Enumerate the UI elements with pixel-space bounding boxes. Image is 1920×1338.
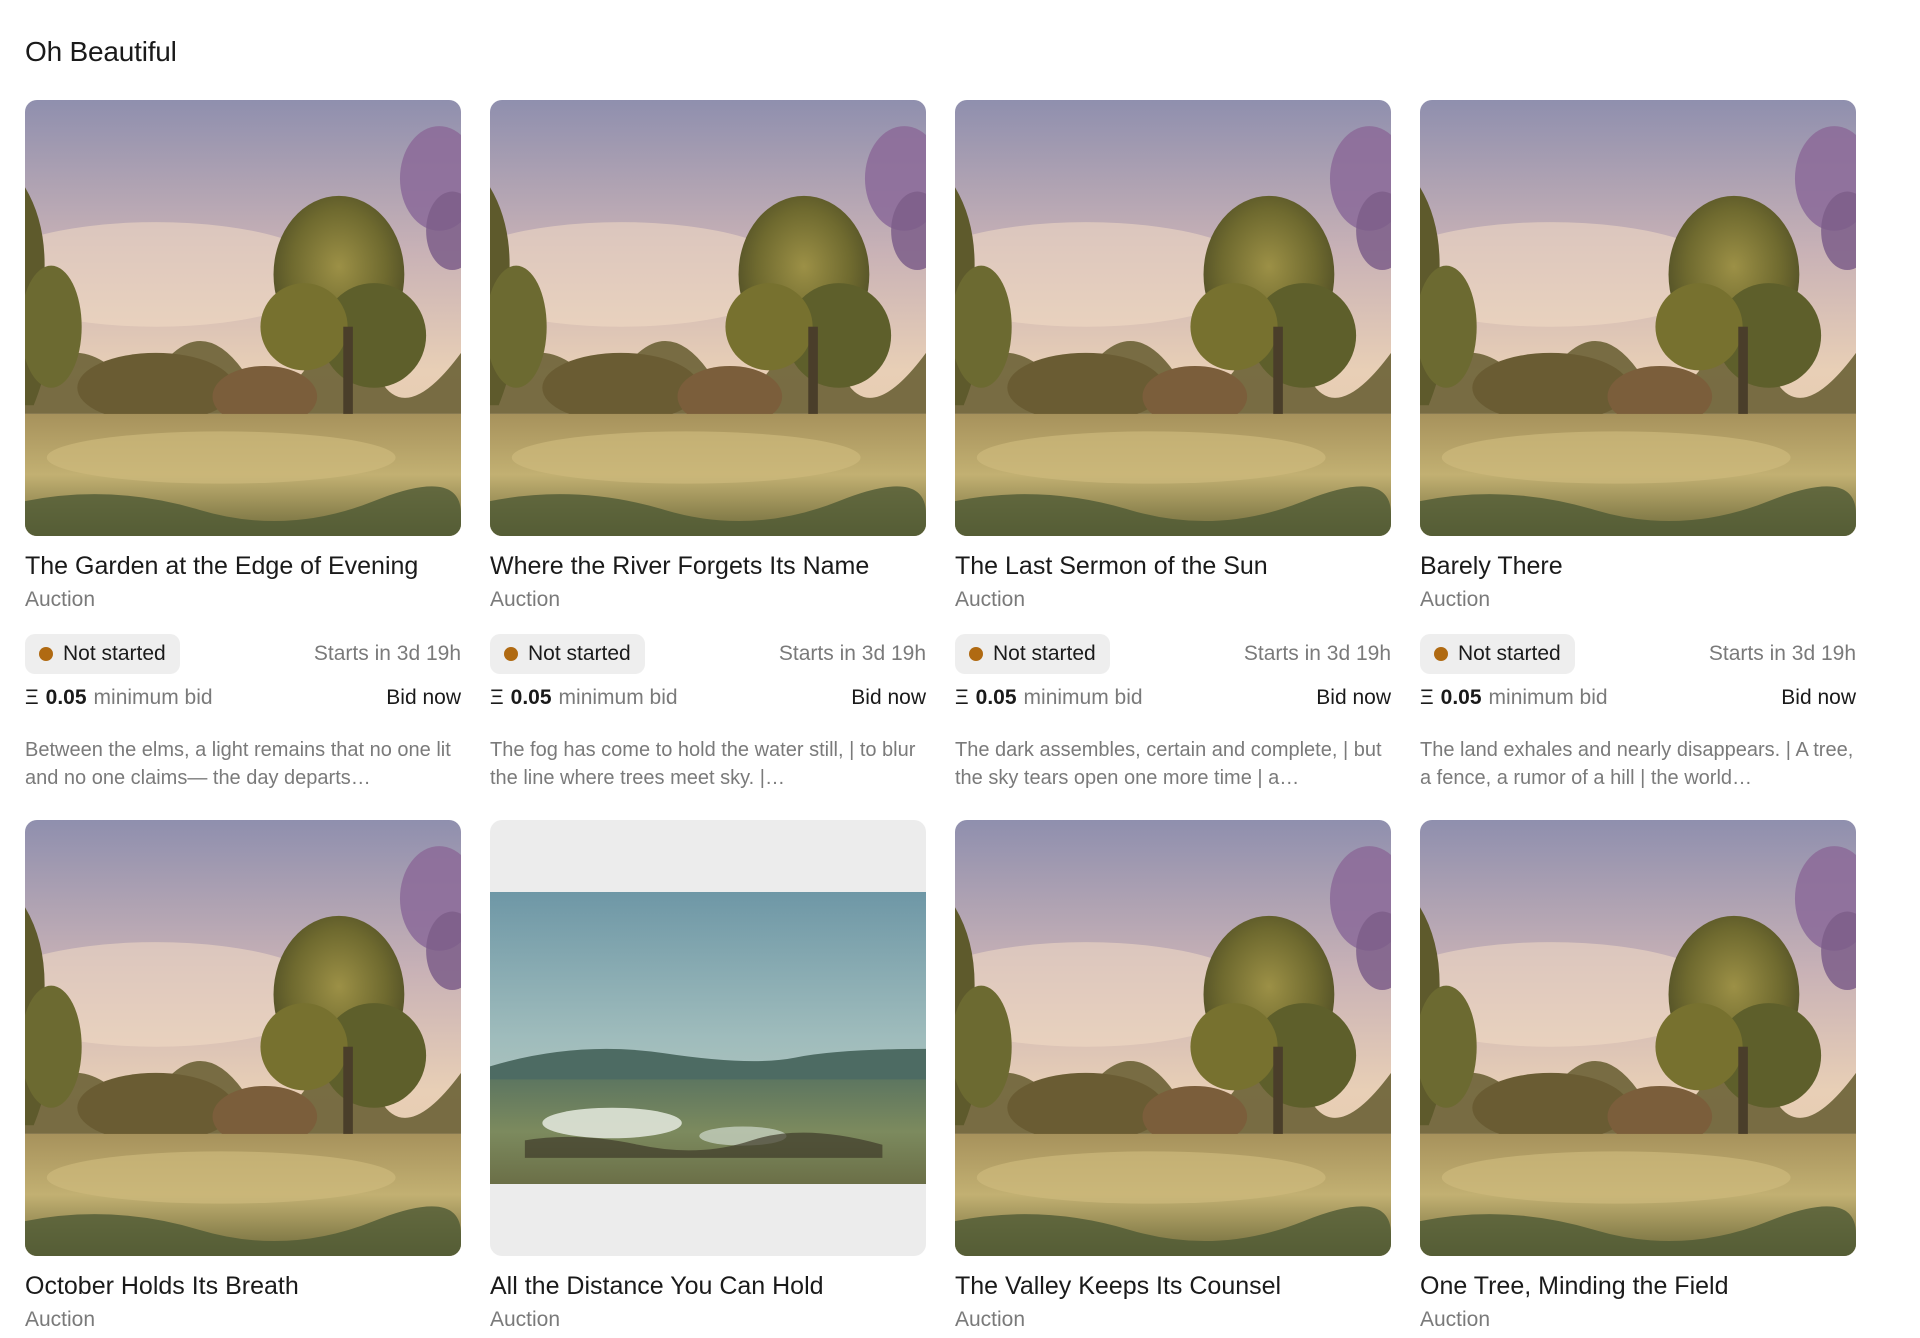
starts-in-countdown: Starts in 3d 19h (313, 642, 461, 665)
artwork-title[interactable]: The Last Sermon of the Sun (955, 550, 1391, 582)
artwork-card[interactable]: All the Distance You Can Hold Auction (490, 820, 926, 1338)
status-badge: Not started (25, 634, 180, 674)
artwork-card[interactable]: October Holds Its Breath Auction (25, 820, 461, 1338)
min-bid-caption: minimum bid (1023, 686, 1143, 709)
status-dot-icon (504, 647, 518, 661)
artwork-image[interactable] (490, 820, 926, 1256)
minimum-bid: Ξ 0.05 minimum bid (490, 686, 678, 710)
artwork-image[interactable] (25, 100, 461, 536)
artwork-image[interactable] (490, 100, 926, 536)
bid-row: Ξ 0.05 minimum bid Bid now (25, 684, 461, 712)
status-label: Not started (993, 642, 1096, 665)
min-bid-amount: 0.05 (975, 686, 1017, 709)
artwork-title[interactable]: The Garden at the Edge of Evening (25, 550, 461, 582)
min-bid-caption: minimum bid (558, 686, 678, 709)
minimum-bid: Ξ 0.05 minimum bid (25, 686, 213, 710)
artwork-title[interactable]: Barely There (1420, 550, 1856, 582)
artwork-description: The land exhales and nearly disappears. … (1420, 739, 1854, 789)
artwork-image[interactable] (1420, 820, 1856, 1256)
sale-type: Auction (955, 1308, 1026, 1331)
artwork-title[interactable]: Where the River Forgets Its Name (490, 550, 926, 582)
status-row: Not started Starts in 3d 19h (955, 634, 1391, 674)
bid-row: Ξ 0.05 minimum bid Bid now (1420, 684, 1856, 712)
min-bid-caption: minimum bid (93, 686, 213, 709)
artwork-image[interactable] (955, 820, 1391, 1256)
min-bid-caption: minimum bid (1488, 686, 1608, 709)
artwork-card[interactable]: Where the River Forgets Its Name Auction… (490, 100, 926, 820)
starts-in-countdown: Starts in 3d 19h (778, 642, 926, 665)
status-label: Not started (63, 642, 166, 665)
sale-type: Auction (1420, 588, 1491, 611)
artwork-image[interactable] (25, 820, 461, 1256)
bid-row: Ξ 0.05 minimum bid Bid now (955, 684, 1391, 712)
artwork-title[interactable]: The Valley Keeps Its Counsel (955, 1270, 1391, 1302)
ethereum-icon: Ξ (25, 686, 39, 709)
starts-in-countdown: Starts in 3d 19h (1708, 642, 1856, 665)
status-badge: Not started (490, 634, 645, 674)
artwork-description: The fog has come to hold the water still… (490, 739, 916, 789)
status-label: Not started (528, 642, 631, 665)
bid-now-button[interactable]: Bid now (1316, 686, 1391, 710)
artwork-image[interactable] (955, 100, 1391, 536)
minimum-bid: Ξ 0.05 minimum bid (955, 686, 1143, 710)
bid-now-button[interactable]: Bid now (386, 686, 461, 710)
page: Oh Beautiful The Garden at the Edge of E… (0, 0, 1920, 1338)
artwork-description: Between the elms, a light remains that n… (25, 739, 451, 789)
artwork-title[interactable]: One Tree, Minding the Field (1420, 1270, 1856, 1302)
sale-type: Auction (25, 588, 96, 611)
status-dot-icon (1434, 647, 1448, 661)
min-bid-amount: 0.05 (45, 686, 87, 709)
status-row: Not started Starts in 3d 19h (490, 634, 926, 674)
status-dot-icon (39, 647, 53, 661)
artwork-image[interactable] (1420, 100, 1856, 536)
status-badge: Not started (955, 634, 1110, 674)
sale-type: Auction (25, 1308, 96, 1331)
sale-type: Auction (490, 588, 561, 611)
section-title: Oh Beautiful (25, 36, 177, 67)
status-dot-icon (969, 647, 983, 661)
bid-now-button[interactable]: Bid now (1781, 686, 1856, 710)
ethereum-icon: Ξ (955, 686, 969, 709)
artwork-card[interactable]: The Garden at the Edge of Evening Auctio… (25, 100, 461, 820)
artwork-card[interactable]: Barely There Auction Not started Starts … (1420, 100, 1856, 820)
ethereum-icon: Ξ (490, 686, 504, 709)
artwork-card[interactable]: The Last Sermon of the Sun Auction Not s… (955, 100, 1391, 820)
bid-row: Ξ 0.05 minimum bid Bid now (490, 684, 926, 712)
artwork-grid: The Garden at the Edge of Evening Auctio… (25, 100, 1856, 1338)
artwork-card[interactable]: One Tree, Minding the Field Auction (1420, 820, 1856, 1338)
sale-type: Auction (1420, 1308, 1491, 1331)
artwork-title[interactable]: All the Distance You Can Hold (490, 1270, 926, 1302)
artwork-title[interactable]: October Holds Its Breath (25, 1270, 461, 1302)
sale-type: Auction (490, 1308, 561, 1331)
artwork-description: The dark assembles, certain and complete… (955, 739, 1382, 789)
bid-now-button[interactable]: Bid now (851, 686, 926, 710)
sale-type: Auction (955, 588, 1026, 611)
status-row: Not started Starts in 3d 19h (1420, 634, 1856, 674)
artwork-card[interactable]: The Valley Keeps Its Counsel Auction (955, 820, 1391, 1338)
status-label: Not started (1458, 642, 1561, 665)
ethereum-icon: Ξ (1420, 686, 1434, 709)
starts-in-countdown: Starts in 3d 19h (1243, 642, 1391, 665)
min-bid-amount: 0.05 (1440, 686, 1482, 709)
minimum-bid: Ξ 0.05 minimum bid (1420, 686, 1608, 710)
status-badge: Not started (1420, 634, 1575, 674)
status-row: Not started Starts in 3d 19h (25, 634, 461, 674)
min-bid-amount: 0.05 (510, 686, 552, 709)
